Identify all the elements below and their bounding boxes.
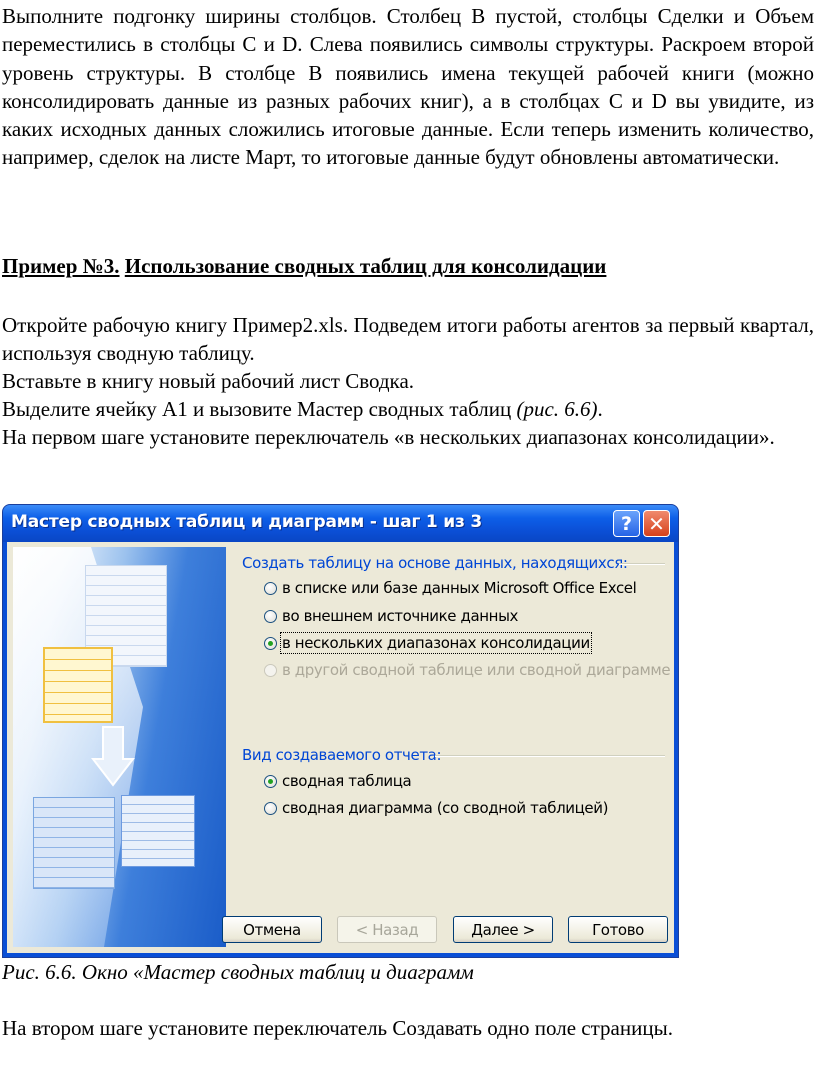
illustration-table-icon <box>33 797 115 889</box>
report-group-line <box>435 755 665 757</box>
radio-icon[interactable] <box>264 581 277 595</box>
instruction-open-book: Откройте рабочую книгу Пример2.xls. Подв… <box>2 313 814 366</box>
radio-option-pivot-chart[interactable]: сводная диаграмма (со сводной таблицей) <box>264 797 608 819</box>
close-icon: ✕ <box>648 511 665 536</box>
figure-caption: Рис. 6.6. Окно «Мастер сводных таблиц и … <box>2 960 474 984</box>
radio-option-list-database[interactable]: в списке или базе данных Microsoft Offic… <box>264 577 637 599</box>
radio-selected-icon[interactable] <box>264 774 277 788</box>
radio-option-pivot-table[interactable]: сводная таблица <box>264 770 412 792</box>
source-group-label: Создать таблицу на основе данных, находя… <box>242 554 628 572</box>
help-button[interactable]: ? <box>613 510 640 537</box>
example-heading: Пример №3. Использование сводных таблиц … <box>2 254 606 279</box>
radio-option-external-source[interactable]: во внешнем источнике данных <box>264 605 518 627</box>
report-group-label: Вид создаваемого отчета: <box>242 746 442 764</box>
radio-label: во внешнем источнике данных <box>282 607 518 625</box>
radio-option-multiple-ranges[interactable]: в нескольких диапазонах консолидации <box>264 632 592 654</box>
radio-icon[interactable] <box>264 609 277 623</box>
pivot-wizard-dialog: Мастер сводных таблиц и диаграмм - шаг 1… <box>3 505 678 957</box>
intro-paragraph: Выполните подгонку ширины столбцов. Стол… <box>2 4 814 170</box>
radio-selected-icon[interactable] <box>264 636 277 650</box>
radio-option-other-pivot: в другой сводной таблице или сводной диа… <box>264 659 671 681</box>
instruction-select-cell-text: Выделите ячейку А1 и вызовите Мастер сво… <box>2 397 517 421</box>
next-button[interactable]: Далее > <box>453 916 553 943</box>
source-group-line <box>619 563 665 565</box>
instruction-first-step: На первом шаге установите переключатель … <box>2 425 775 449</box>
radio-icon[interactable] <box>264 801 277 815</box>
radio-label: сводная таблица <box>282 772 412 790</box>
cancel-button[interactable]: Отмена <box>222 916 322 943</box>
radio-disabled-icon <box>264 663 277 677</box>
dialog-title: Мастер сводных таблиц и диаграмм - шаг 1… <box>11 512 483 532</box>
wizard-illustration <box>13 547 226 947</box>
finish-button[interactable]: Готово <box>568 916 668 943</box>
dialog-titlebar[interactable]: Мастер сводных таблиц и диаграмм - шаг 1… <box>3 505 678 542</box>
instruction-select-cell-end: . <box>597 397 603 421</box>
down-arrow-icon <box>91 726 135 787</box>
example-title: Использование сводных таблиц для консоли… <box>124 254 607 278</box>
figure-reference: (рис. 6.6) <box>516 397 598 421</box>
example-number: Пример №3. <box>2 254 120 278</box>
radio-label: в списке или базе данных Microsoft Offic… <box>282 579 637 597</box>
illustration-yellow-sheet-icon <box>43 647 113 723</box>
dialog-client-area: Создать таблицу на основе данных, находя… <box>7 542 674 953</box>
instruction-second-step: На втором шаге установите переключатель … <box>2 1016 673 1040</box>
radio-label: в другой сводной таблице или сводной диа… <box>282 661 671 679</box>
instruction-select-cell: Выделите ячейку А1 и вызовите Мастер сво… <box>2 395 814 423</box>
radio-label: сводная диаграмма (со сводной таблицей) <box>282 799 609 817</box>
help-icon: ? <box>620 512 633 535</box>
close-button[interactable]: ✕ <box>643 510 670 537</box>
instruction-insert-sheet: Вставьте в книгу новый рабочий лист Свод… <box>2 369 415 393</box>
back-button: < Назад <box>337 916 437 943</box>
radio-label: в нескольких диапазонах консолидации <box>280 632 592 654</box>
illustration-pivot-icon <box>121 795 195 867</box>
